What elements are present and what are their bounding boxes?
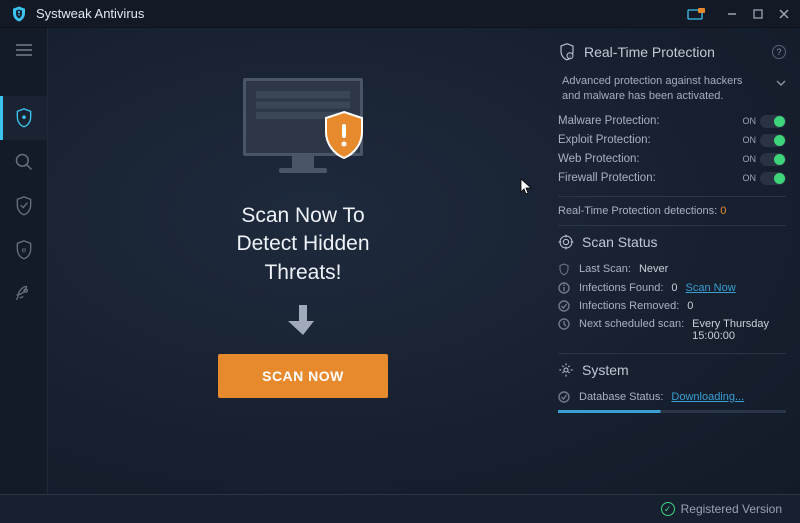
db-status-value: Downloading... <box>671 391 744 403</box>
chevron-down-icon <box>776 76 786 91</box>
info-icon <box>558 282 571 294</box>
arrow-down-icon <box>288 303 318 342</box>
system-panel: System Database Status: Downloading... <box>558 362 786 413</box>
protection-row: Firewall Protection: ON <box>558 169 786 188</box>
scan-status-title: Scan Status <box>582 234 658 250</box>
scan-now-button[interactable]: SCAN NOW <box>218 354 388 398</box>
footer: ✓ Registered Version <box>0 494 800 523</box>
menu-toggle[interactable] <box>0 28 47 72</box>
svg-text:i: i <box>570 54 571 59</box>
minimize-button[interactable] <box>720 4 744 24</box>
clock-icon <box>558 318 571 330</box>
sidebar-item-boost[interactable] <box>0 272 47 316</box>
help-icon[interactable]: ? <box>772 45 786 59</box>
app-logo-icon <box>10 5 28 23</box>
status-pane: i Real-Time Protection ? Advanced protec… <box>558 28 800 494</box>
target-icon <box>558 234 574 250</box>
shield-info-icon: i <box>558 42 576 62</box>
realtime-protection-panel: i Real-Time Protection ? Advanced protec… <box>558 42 786 217</box>
sidebar-item-scan[interactable] <box>0 140 47 184</box>
sidebar: e <box>0 28 48 494</box>
check-circle-icon <box>558 300 571 312</box>
check-circle-icon <box>558 391 571 403</box>
db-status-row: Database Status: Downloading... <box>558 388 786 406</box>
malware-toggle[interactable]: ON <box>743 115 787 128</box>
shield-check-icon <box>558 263 571 276</box>
registered-label: Registered Version <box>681 502 782 516</box>
infections-removed-row: Infections Removed: 0 <box>558 297 786 315</box>
svg-text:e: e <box>21 245 26 255</box>
infections-found-row: Infections Found: 0 Scan Now <box>558 279 786 297</box>
protection-row: Web Protection: ON <box>558 150 786 169</box>
notification-icon[interactable] <box>686 7 706 21</box>
hero-pane: Scan Now To Detect Hidden Threats! SCAN … <box>48 28 558 494</box>
sidebar-item-home[interactable] <box>0 96 47 140</box>
sidebar-item-quarantine[interactable]: e <box>0 228 47 272</box>
maximize-button[interactable] <box>746 4 770 24</box>
check-circle-icon: ✓ <box>661 502 675 516</box>
protection-row: Malware Protection: ON <box>558 112 786 131</box>
rtp-detections: Real-Time Protection detections: 0 <box>558 205 786 217</box>
scan-now-link[interactable]: Scan Now <box>686 282 736 294</box>
app-title: Systweak Antivirus <box>36 6 144 21</box>
hero-headline: Scan Now To Detect Hidden Threats! <box>236 202 369 287</box>
system-title: System <box>582 362 629 378</box>
exploit-toggle[interactable]: ON <box>743 134 787 147</box>
protection-row: Exploit Protection: ON <box>558 131 786 150</box>
last-scan-row: Last Scan: Never <box>558 260 786 279</box>
shield-warning-icon <box>322 110 366 160</box>
web-toggle[interactable]: ON <box>743 153 787 166</box>
close-button[interactable] <box>772 4 796 24</box>
sidebar-item-protection[interactable] <box>0 184 47 228</box>
titlebar: Systweak Antivirus <box>0 0 800 28</box>
gear-icon <box>558 362 574 378</box>
firewall-toggle[interactable]: ON <box>743 172 787 185</box>
download-progress <box>558 410 786 413</box>
monitor-illustration <box>228 78 378 178</box>
rtp-title: Real-Time Protection <box>584 44 715 60</box>
scan-status-panel: Scan Status Last Scan: Never Infections … <box>558 234 786 345</box>
rtp-advanced-text[interactable]: Advanced protection against hackers and … <box>558 72 786 112</box>
next-scan-row: Next scheduled scan: Every Thursday 15:0… <box>558 315 786 345</box>
